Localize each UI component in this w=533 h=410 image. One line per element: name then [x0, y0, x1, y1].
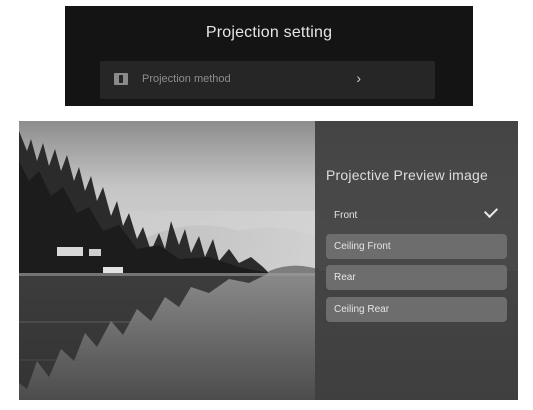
- projection-method-row[interactable]: Projection method ›: [100, 61, 435, 99]
- option-rear[interactable]: Rear: [326, 265, 507, 290]
- check-icon: [483, 203, 499, 219]
- option-rear-label: Rear: [334, 272, 356, 283]
- projection-setting-panel: Projection setting Projection method ›: [65, 6, 473, 106]
- projective-preview-title: Projective Preview image: [326, 167, 488, 183]
- projection-method-label: Projection method: [142, 73, 231, 85]
- chevron-right-icon: ›: [356, 70, 361, 86]
- projection-icon: [114, 73, 128, 85]
- option-front[interactable]: Front: [326, 203, 507, 228]
- page: Projection setting Projection method › P…: [0, 0, 533, 410]
- option-ceiling-rear-label: Ceiling Rear: [334, 304, 390, 315]
- projection-setting-title: Projection setting: [205, 24, 333, 41]
- option-ceiling-front-label: Ceiling Front: [334, 241, 391, 252]
- projection-preview-screen: Projective Preview image Front Ceiling F…: [19, 121, 518, 400]
- option-ceiling-rear[interactable]: Ceiling Rear: [326, 297, 507, 322]
- option-front-label: Front: [334, 210, 358, 221]
- projective-preview-menu: Projective Preview image Front Ceiling F…: [315, 121, 518, 400]
- option-ceiling-front[interactable]: Ceiling Front: [326, 234, 507, 259]
